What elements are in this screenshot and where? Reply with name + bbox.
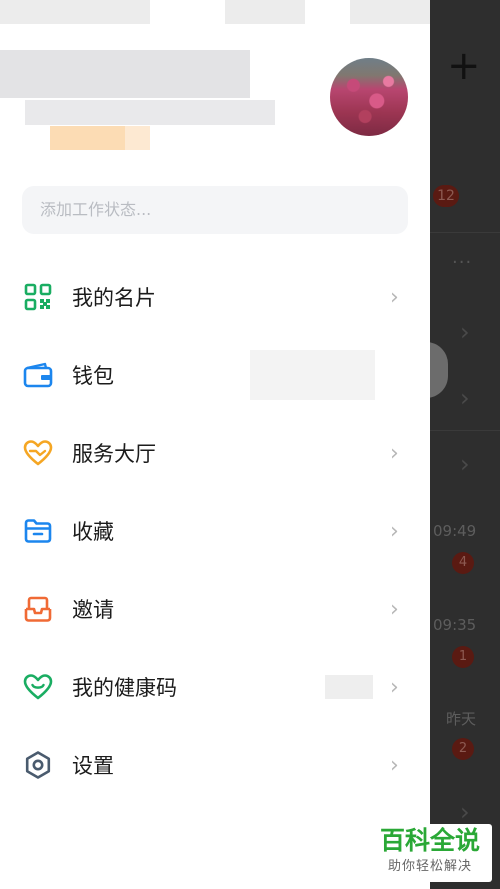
menu-item-label: 我的健康码 — [72, 676, 177, 700]
unread-badge: 12 — [433, 185, 459, 207]
menu-item-label: 设置 — [72, 754, 114, 778]
chevron-right-icon: › — [390, 596, 399, 622]
message-count-badge: 2 — [452, 738, 474, 760]
chevron-right-icon: › — [460, 450, 470, 478]
menu-item-health-code[interactable]: 我的健康码 › — [0, 648, 430, 726]
status-bar-redacted — [0, 0, 150, 24]
work-status-input[interactable]: 添加工作状态... — [22, 186, 408, 234]
watermark-subtitle: 助你轻松解决 — [387, 859, 472, 874]
menu-item-invite[interactable]: 邀请 › — [0, 570, 430, 648]
chevron-right-icon: › — [390, 674, 399, 700]
add-icon[interactable]: + — [447, 46, 481, 86]
heart-hand-icon — [22, 437, 54, 469]
watermark-title: 百科全说 — [379, 826, 480, 855]
chevron-right-icon: › — [460, 798, 470, 826]
chevron-right-icon: › — [460, 318, 470, 346]
chevron-right-icon: › — [390, 752, 399, 778]
menu-item-settings[interactable]: 设置 › — [0, 726, 430, 804]
health-status-redacted — [325, 675, 373, 699]
message-count-badge: 1 — [452, 646, 474, 668]
wallet-icon — [22, 359, 54, 391]
divider — [430, 430, 500, 431]
more-dots: ··· — [452, 252, 473, 273]
chevron-right-icon: › — [460, 384, 470, 412]
chevron-right-icon: › — [390, 284, 399, 310]
chevron-right-icon: › — [390, 518, 399, 544]
status-bar-redacted — [225, 0, 305, 24]
profile-info-redacted — [25, 100, 275, 125]
health-heart-icon — [22, 671, 54, 703]
menu-item-label: 邀请 — [72, 598, 114, 622]
folder-icon — [22, 515, 54, 547]
profile-tag-redacted — [50, 126, 125, 150]
menu-item-wallet[interactable]: 钱包 — [0, 336, 430, 414]
qr-code-icon — [22, 281, 54, 313]
message-count-badge: 4 — [452, 552, 474, 574]
avatar[interactable] — [330, 58, 408, 136]
menu-item-business-card[interactable]: 我的名片 › — [0, 258, 430, 336]
menu-item-favorites[interactable]: 收藏 › — [0, 492, 430, 570]
menu-item-label: 钱包 — [72, 364, 114, 388]
menu-item-service-hall[interactable]: 服务大厅 › — [0, 414, 430, 492]
menu-item-label: 我的名片 — [72, 286, 156, 310]
profile-tag-redacted — [125, 126, 150, 150]
menu-item-label: 服务大厅 — [72, 442, 156, 466]
side-drawer: 添加工作状态... 我的名片 › 钱包 服务大厅 › 收藏 › 邀请 › 我的健… — [0, 0, 430, 889]
message-time: 昨天 — [446, 710, 477, 728]
mailbox-icon — [22, 593, 54, 625]
chevron-right-icon: › — [390, 440, 399, 466]
divider — [430, 232, 500, 233]
profile-name-redacted[interactable] — [0, 50, 250, 98]
menu-item-label: 收藏 — [72, 520, 114, 544]
message-time: 09:35 — [433, 616, 477, 634]
wallet-info-redacted — [250, 350, 375, 400]
gear-icon — [22, 749, 54, 781]
status-bar-redacted — [350, 0, 430, 24]
message-time: 09:49 — [433, 522, 477, 540]
watermark-logo: 百科全说 助你轻松解决 — [368, 824, 492, 882]
